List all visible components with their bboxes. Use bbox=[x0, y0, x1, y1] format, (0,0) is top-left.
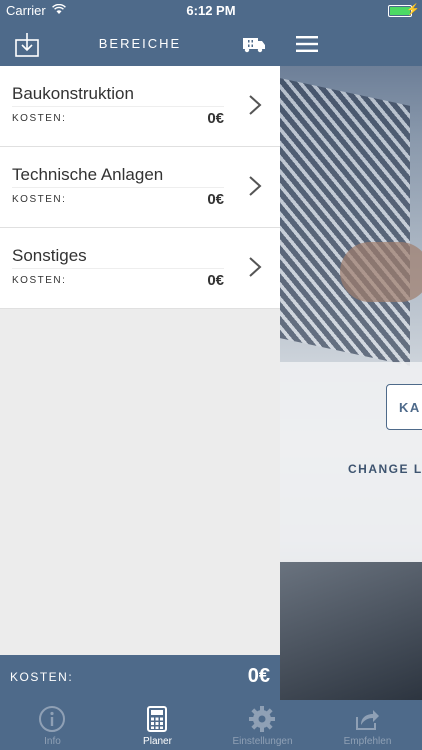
charging-icon: ⚡ bbox=[406, 4, 420, 16]
area-name: Baukonstruktion bbox=[12, 84, 134, 103]
chevron-right-icon bbox=[249, 257, 262, 277]
clock: 6:12 PM bbox=[186, 3, 236, 18]
gear-icon bbox=[249, 706, 275, 732]
areas-panel: BEREICHE Baukonstruktion KOSTEN: 0€ Tech… bbox=[0, 22, 280, 700]
background-photo-suit bbox=[280, 562, 422, 700]
background-photo-hand bbox=[340, 242, 422, 302]
cost-value: 0€ bbox=[207, 272, 224, 289]
chevron-right-icon bbox=[249, 95, 262, 115]
cost-value: 0€ bbox=[207, 191, 224, 208]
cost-label: KOSTEN: bbox=[12, 194, 67, 205]
total-cost-label: KOSTEN: bbox=[10, 670, 74, 684]
tab-label: Info bbox=[44, 736, 61, 747]
hamburger-menu-icon[interactable] bbox=[296, 36, 318, 52]
areas-navbar: BEREICHE bbox=[0, 22, 280, 66]
cost-label: KOSTEN: bbox=[12, 275, 67, 286]
main-content-panel: KA CHANGE LA bbox=[280, 22, 422, 700]
total-cost-bar: KOSTEN: 0€ bbox=[0, 655, 280, 700]
divider bbox=[12, 106, 224, 107]
tab-einstellungen[interactable]: Einstellungen bbox=[210, 700, 315, 750]
calculator-icon bbox=[147, 706, 167, 732]
background-photo-sleeve bbox=[280, 78, 410, 366]
ambulance-icon[interactable] bbox=[242, 34, 266, 54]
calculate-button[interactable]: KA bbox=[386, 384, 422, 430]
cost-label: KOSTEN: bbox=[12, 113, 67, 124]
tab-planer[interactable]: Planer bbox=[105, 700, 210, 750]
info-icon bbox=[39, 706, 65, 732]
area-name: Sonstiges bbox=[12, 246, 87, 265]
status-bar: Carrier 6:12 PM ⚡ bbox=[0, 0, 422, 22]
areas-list: Baukonstruktion KOSTEN: 0€ Technische An… bbox=[0, 66, 280, 309]
area-name: Technische Anlagen bbox=[12, 165, 164, 184]
tab-bar: Info Planer Einstellungen Empfehlen bbox=[0, 700, 422, 750]
list-item-sonstiges[interactable]: Sonstiges KOSTEN: 0€ bbox=[0, 228, 280, 309]
tab-label: Planer bbox=[143, 736, 172, 747]
divider bbox=[12, 268, 224, 269]
divider bbox=[12, 187, 224, 188]
share-icon bbox=[356, 710, 379, 730]
cost-value: 0€ bbox=[207, 110, 224, 127]
main-navbar bbox=[280, 22, 422, 66]
tab-empfehlen[interactable]: Empfehlen bbox=[315, 700, 420, 750]
change-language-link[interactable]: CHANGE LA bbox=[348, 462, 422, 476]
total-cost-value: 0€ bbox=[247, 665, 270, 687]
list-item-baukonstruktion[interactable]: Baukonstruktion KOSTEN: 0€ bbox=[0, 66, 280, 147]
list-item-technische-anlagen[interactable]: Technische Anlagen KOSTEN: 0€ bbox=[0, 147, 280, 228]
tab-label: Einstellungen bbox=[232, 736, 293, 747]
tab-info[interactable]: Info bbox=[0, 700, 105, 750]
tab-label: Empfehlen bbox=[343, 736, 392, 747]
chevron-right-icon bbox=[249, 176, 262, 196]
page-title: BEREICHE bbox=[98, 36, 182, 51]
